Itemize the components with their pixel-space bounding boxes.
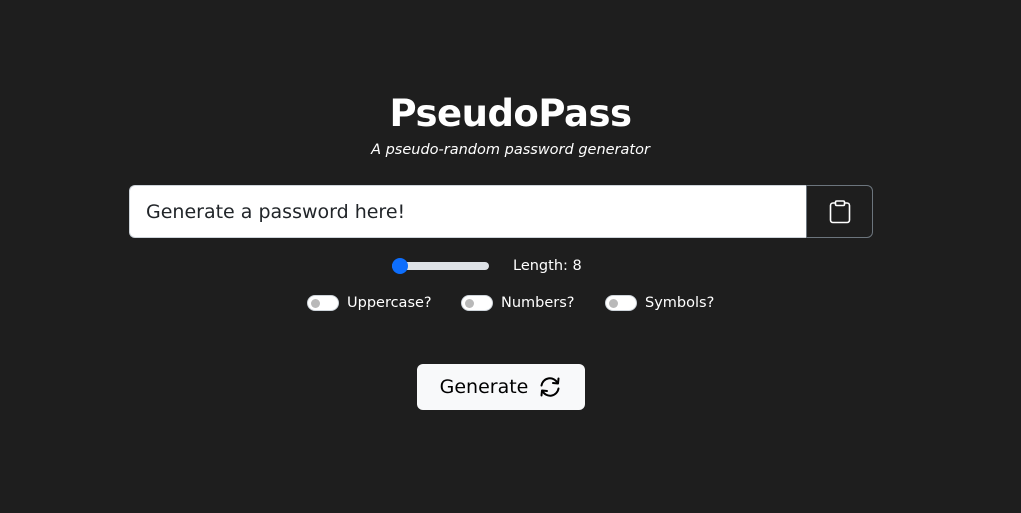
numbers-toggle[interactable]: Numbers? (461, 292, 575, 314)
length-control: Length: 8 (0, 254, 1021, 278)
uppercase-switch-knob (311, 299, 320, 308)
length-slider-thumb[interactable] (392, 258, 408, 274)
app-subtitle: A pseudo-random password generator (371, 142, 650, 158)
symbols-toggle[interactable]: Symbols? (605, 292, 714, 314)
copy-button[interactable] (806, 185, 873, 238)
refresh-icon (540, 377, 560, 397)
uppercase-label: Uppercase? (347, 295, 432, 311)
symbols-switch[interactable] (605, 295, 637, 311)
clipboard-icon (829, 199, 850, 223)
options-row: Uppercase? Numbers? Symbols? (0, 292, 1021, 314)
numbers-label: Numbers? (501, 295, 575, 311)
app-title: PseudoPass (389, 92, 632, 135)
symbols-label: Symbols? (645, 295, 715, 311)
uppercase-toggle[interactable]: Uppercase? (307, 292, 432, 314)
symbols-switch-knob (609, 299, 618, 308)
length-slider[interactable] (392, 258, 489, 274)
length-label: Length: 8 (513, 258, 582, 274)
generate-button[interactable]: Generate (417, 364, 585, 410)
password-input-group (129, 185, 873, 238)
uppercase-switch[interactable] (307, 295, 339, 311)
page: PseudoPass A pseudo-random password gene… (0, 0, 1021, 513)
numbers-switch[interactable] (461, 295, 493, 311)
password-output-field[interactable] (129, 185, 806, 238)
generate-button-label: Generate (439, 376, 529, 398)
numbers-switch-knob (465, 299, 474, 308)
